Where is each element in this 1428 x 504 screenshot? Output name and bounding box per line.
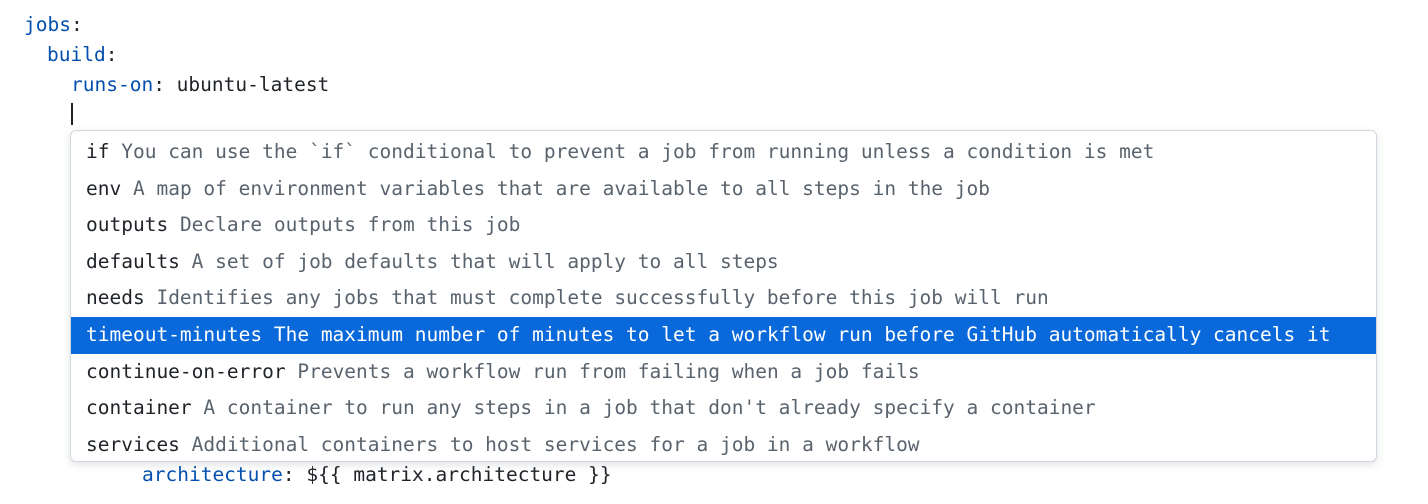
- suggestion-name: defaults: [86, 249, 180, 273]
- suggestion-description: Identifies any jobs that must complete s…: [156, 286, 1049, 310]
- suggestion-name: if: [86, 140, 110, 163]
- suggestion-item-env[interactable]: env A map of environment variables that …: [71, 171, 1376, 208]
- suggestion-item-needs[interactable]: needs Identifies any jobs that must comp…: [71, 280, 1376, 317]
- text-cursor: [71, 103, 73, 125]
- suggestion-name: services: [86, 432, 180, 456]
- suggestion-item-container[interactable]: container A container to run any steps i…: [71, 390, 1376, 427]
- autocomplete-dropdown[interactable]: if You can use the `if` conditional to p…: [70, 130, 1377, 462]
- yaml-key: build: [47, 43, 106, 66]
- suggestion-description: The maximum number of minutes to let a w…: [273, 322, 1331, 346]
- yaml-key: architecture: [142, 463, 283, 486]
- yaml-value: ubuntu-latest: [164, 73, 330, 96]
- suggestion-item-defaults[interactable]: defaults A set of job defaults that will…: [71, 244, 1376, 281]
- suggestion-description: Additional containers to host services f…: [191, 432, 920, 456]
- suggestion-description: Prevents a workflow run from failing whe…: [297, 359, 920, 383]
- code-line-build[interactable]: build:: [47, 40, 117, 70]
- suggestion-description: Declare outputs from this job: [179, 213, 521, 237]
- yaml-colon: :: [70, 13, 83, 36]
- code-line-runs-on[interactable]: runs-on: ubuntu-latest: [71, 70, 329, 100]
- yaml-key: runs-on: [71, 73, 154, 96]
- yaml-colon: :: [105, 43, 118, 66]
- suggestion-description: A map of environment variables that are …: [132, 176, 991, 200]
- suggestion-description: You can use the `if` conditional to prev…: [121, 140, 1155, 163]
- yaml-key: jobs: [24, 13, 71, 36]
- suggestion-name: env: [86, 176, 122, 200]
- suggestion-item-services[interactable]: services Additional containers to host s…: [71, 427, 1376, 461]
- code-line-architecture[interactable]: architecture: ${{ matrix.architecture }}: [142, 460, 612, 490]
- suggestion-name: continue-on-error: [86, 359, 286, 383]
- code-line-jobs[interactable]: jobs:: [24, 10, 83, 40]
- yaml-colon: :: [153, 73, 165, 96]
- suggestion-item-timeout-minutes[interactable]: timeout-minutes The maximum number of mi…: [71, 316, 1376, 354]
- suggestion-item-if[interactable]: if You can use the `if` conditional to p…: [71, 134, 1376, 171]
- suggestion-item-outputs[interactable]: outputs Declare outputs from this job: [71, 207, 1376, 244]
- yaml-value: ${{ matrix.architecture }}: [294, 463, 612, 486]
- yaml-colon: :: [282, 463, 295, 486]
- suggestion-name: container: [86, 396, 192, 420]
- suggestion-name: needs: [86, 286, 145, 310]
- suggestion-name: timeout-minutes: [86, 322, 263, 346]
- suggestion-item-continue-on-error[interactable]: continue-on-error Prevents a workflow ru…: [71, 354, 1376, 391]
- suggestion-description: A container to run any steps in a job th…: [203, 396, 1096, 420]
- suggestion-name: outputs: [86, 213, 169, 237]
- suggestion-description: A set of job defaults that will apply to…: [191, 249, 779, 273]
